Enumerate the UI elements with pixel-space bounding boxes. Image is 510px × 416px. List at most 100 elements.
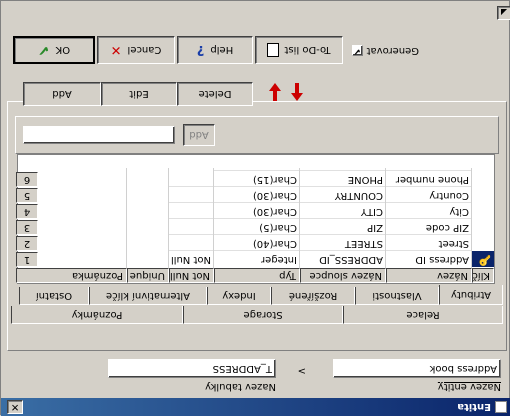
ok-label: OK — [55, 44, 71, 56]
row-name[interactable]: Address ID — [386, 250, 472, 267]
tab-alternativni-klice[interactable]: Alternativní klíče — [89, 287, 207, 305]
row-notnull[interactable] — [169, 234, 214, 235]
row-type[interactable]: Char(15) — [214, 170, 300, 187]
row-type[interactable]: Char(30) — [214, 202, 300, 219]
tab-indexy[interactable]: Indexy — [207, 287, 271, 305]
add-button[interactable]: Add — [23, 82, 101, 106]
size-grip-icon[interactable]: ◢ — [497, 6, 510, 20]
close-icon[interactable]: ✕ — [7, 400, 23, 414]
header-unique: Unique — [127, 268, 169, 283]
help-icon: ? — [196, 42, 205, 58]
row-type[interactable]: Char(40) — [214, 234, 300, 251]
tab-label: Ostatní — [35, 290, 73, 301]
tab-label: Rozšířené — [288, 290, 338, 301]
tab-storage[interactable]: Storage — [183, 306, 343, 324]
column-divider — [126, 168, 127, 268]
tab-label: Poznámky — [71, 309, 123, 320]
row-notnull[interactable]: Not Null — [169, 250, 214, 267]
row-number[interactable]: 6 — [16, 172, 38, 187]
entity-name-input[interactable] — [333, 359, 501, 378]
row-name[interactable]: Street — [386, 234, 472, 251]
header-note: Poznámka — [16, 268, 127, 283]
row-notnull[interactable] — [169, 218, 214, 219]
table-name-input[interactable] — [108, 359, 276, 378]
row-notnull[interactable] — [169, 186, 214, 187]
entity-name-label: Nazev entity — [437, 381, 501, 392]
row-name[interactable]: Phone number — [386, 170, 472, 187]
tab-row-top: Relace Storage Poznámky — [11, 304, 503, 324]
rotated-view: Entita ✕ Nazev entity Nazev tabulky > Re… — [1, 1, 510, 416]
row-notnull[interactable] — [169, 202, 214, 203]
row-notnull[interactable] — [169, 250, 214, 251]
tab-row-bottom: Atributy Vlastnosti Rozšířené Indexy Alt… — [11, 285, 503, 305]
row-column-name[interactable]: STREET — [300, 234, 386, 251]
column-divider — [213, 168, 214, 268]
tab-ostatni[interactable]: Ostatní — [19, 287, 89, 305]
help-button[interactable]: Help ? — [177, 36, 253, 64]
table-name-label: Nazev tabulky — [205, 381, 276, 392]
row-type[interactable]: Char(30) — [214, 186, 300, 203]
row-column-name[interactable]: ADDRESS_ID — [300, 250, 386, 267]
attributes-grid: Klíč Název Název sloupce Typ Not Null Un… — [16, 154, 495, 284]
tab-vlastnosti[interactable]: Vlastnosti — [355, 287, 439, 305]
header-name: Název — [386, 268, 472, 283]
row-name[interactable]: City — [386, 202, 472, 219]
row-number[interactable]: 2 — [16, 236, 38, 251]
todo-label: To-Do list — [284, 44, 331, 56]
checkmark-icon: ✔ — [37, 42, 50, 58]
header-type: Typ — [214, 268, 300, 283]
header-column-name: Název sloupce — [300, 268, 386, 283]
header-notnull: Not Null — [169, 268, 214, 283]
column-divider — [385, 168, 386, 268]
tab-label: Alternativní klíče — [106, 290, 191, 301]
header-key: Klíč — [472, 268, 494, 283]
tab-poznamky[interactable]: Poznámky — [11, 306, 183, 324]
row-number[interactable]: 1 — [16, 252, 38, 267]
generate-checkbox[interactable]: ✔ — [351, 45, 363, 56]
column-divider — [168, 168, 169, 268]
ok-button[interactable]: OK ✔ — [13, 36, 95, 64]
row-number[interactable]: 4 — [16, 204, 38, 219]
row-column-name[interactable]: CITY — [300, 202, 386, 219]
primary-key-icon[interactable]: 🔑 — [472, 251, 494, 267]
delete-label: Delete — [198, 88, 232, 100]
generate-label: Generovat — [366, 45, 419, 56]
tab-rozsirene[interactable]: Rozšířené — [271, 287, 355, 305]
edit-button[interactable]: Edit — [101, 82, 177, 106]
row-type[interactable]: Char(5) — [214, 218, 300, 235]
app-icon — [495, 401, 507, 413]
add-label: Add — [52, 88, 72, 100]
map-arrow-icon: > — [297, 365, 306, 376]
tab-label: Indexy — [222, 290, 256, 301]
cancel-label: Cancel — [127, 44, 162, 56]
arrow-down-icon[interactable] — [269, 83, 281, 101]
delete-button[interactable]: Delete — [177, 82, 253, 106]
todo-list-button[interactable]: To-Do list — [255, 36, 343, 64]
cancel-button[interactable]: Cancel ✕ — [97, 36, 175, 64]
generate-checkbox-wrap[interactable]: Generovat ✔ — [351, 45, 419, 56]
row-number[interactable]: 3 — [16, 220, 38, 235]
tab-label: Storage — [243, 309, 283, 320]
new-attribute-input[interactable] — [23, 126, 175, 144]
row-column-name[interactable]: ZIP — [300, 218, 386, 235]
arrow-up-icon[interactable] — [291, 83, 303, 101]
row-name[interactable]: ZIP code — [386, 218, 472, 235]
checklist-icon — [267, 43, 280, 57]
row-number[interactable]: 5 — [16, 188, 38, 203]
tab-label: Vlastnosti — [372, 290, 422, 301]
tab-atributy[interactable]: Atributy — [439, 285, 503, 305]
tab-label: Atributy — [451, 289, 491, 300]
row-name[interactable]: Country — [386, 186, 472, 203]
tab-relace[interactable]: Relace — [343, 306, 503, 324]
entity-dialog: Entita ✕ Nazev entity Nazev tabulky > Re… — [0, 0, 510, 416]
window-title: Entita — [457, 401, 491, 413]
row-type[interactable]: Integer — [214, 250, 300, 267]
row-column-name[interactable]: COUNTRY — [300, 186, 386, 203]
help-label: Help — [210, 44, 234, 56]
tab-label: Relace — [406, 309, 440, 320]
add-small-label: Add — [189, 129, 209, 141]
row-column-name[interactable]: PHONE — [300, 170, 386, 187]
add-small-button[interactable]: Add — [183, 124, 215, 146]
cancel-icon: ✕ — [110, 42, 122, 58]
title-bar: Entita ✕ — [1, 398, 510, 416]
